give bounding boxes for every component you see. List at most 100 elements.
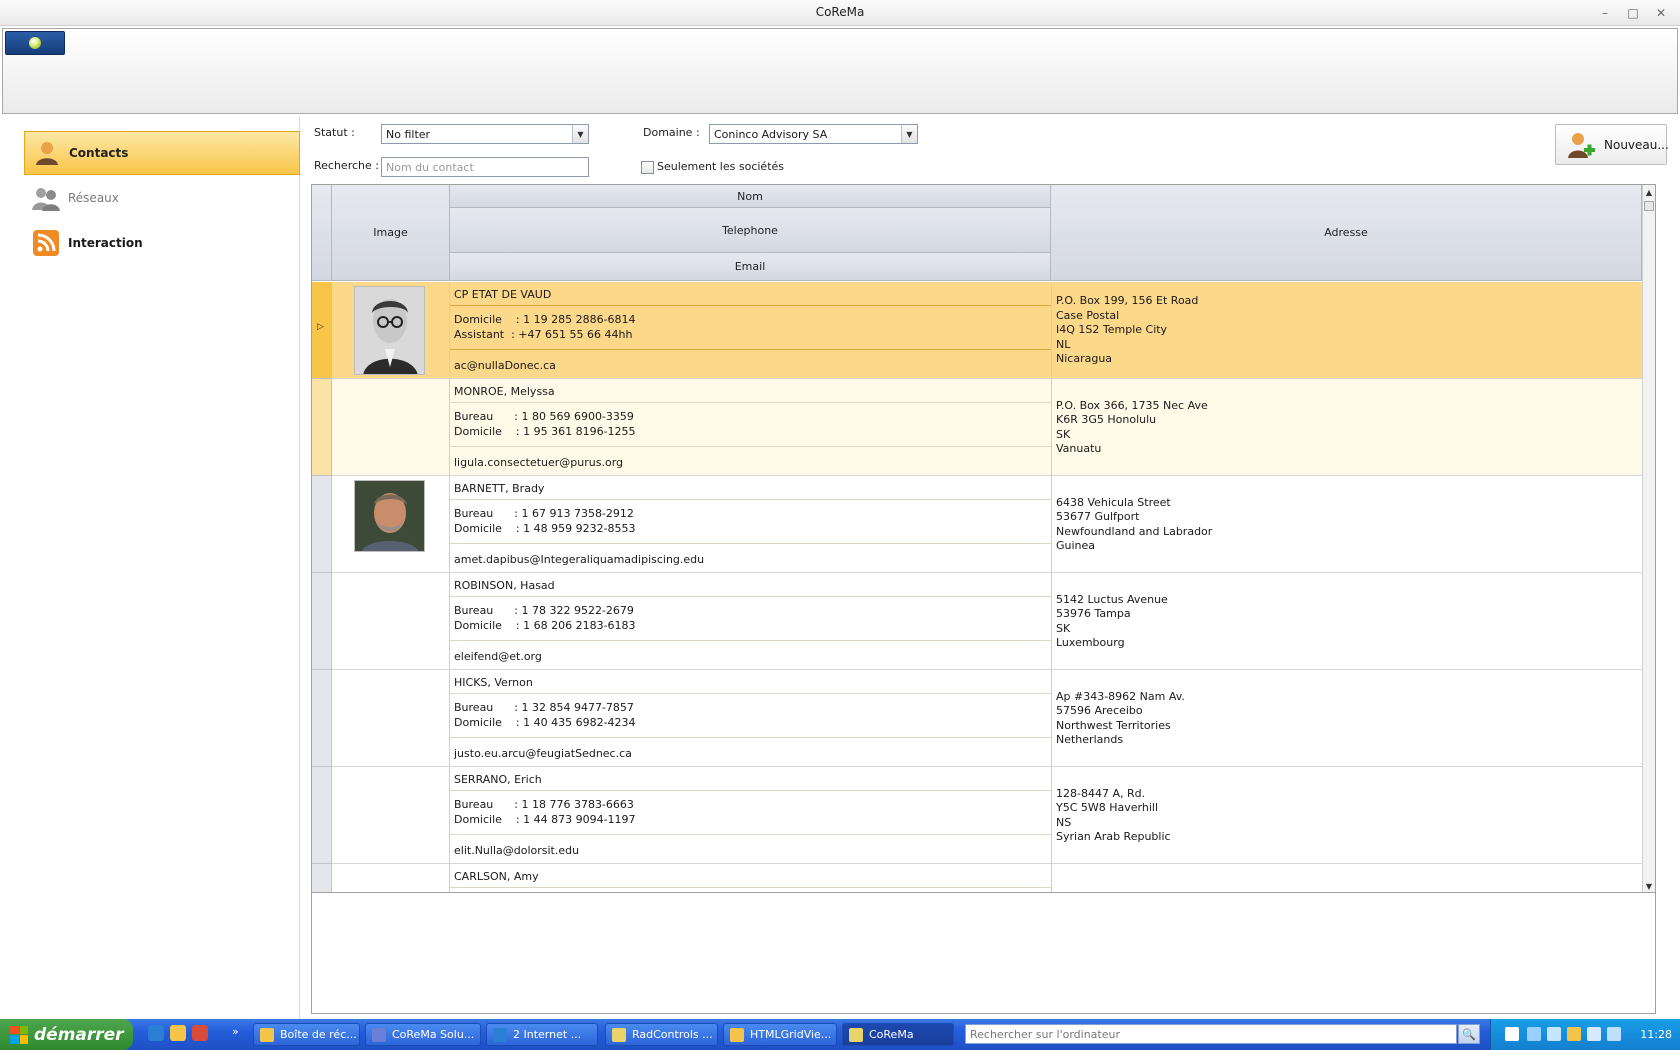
outlook-icon[interactable] [170,1025,186,1041]
tray-status-icon[interactable] [1607,1027,1621,1041]
header-image[interactable]: Image [332,185,450,281]
tray-app-icon[interactable] [1567,1027,1581,1041]
contact-name: HICKS, Vernon [450,670,1051,694]
table-row[interactable]: MONROE, Melyssa Bureau : 1 80 569 6900-33… [332,379,1642,476]
phone-line: Bureau : 1 32 854 9477-7857 [454,701,634,714]
statut-value: No filter [386,128,431,141]
taskbar-task[interactable]: HTMLGridVie... [723,1023,837,1046]
taskbar-task[interactable]: CoReMa [842,1023,954,1046]
contact-address: P.O. Box 366, 1735 Nec Ave K6R 3G5 Honolu… [1051,379,1642,476]
address-line: 6438 Vehicula Street [1056,495,1171,509]
row-header[interactable] [312,379,332,476]
vertical-scrollbar[interactable]: ▲ ▼ [1642,185,1655,892]
contacts-grid-view: Image Nom Telephone Email Adresse ▷ CP ET… [312,185,1655,893]
row-header[interactable] [312,573,332,670]
table-row[interactable]: BARNETT, Brady Bureau : 1 67 913 7358-291… [332,476,1642,573]
row-header[interactable] [312,476,332,573]
contact-name: SERRANO, Erich [450,767,1051,791]
nav-item-contacts[interactable]: Contacts [24,131,300,175]
address-line: Case Postal [1056,308,1120,322]
address-line: I4Q 1S2 Temple City [1056,323,1168,337]
phone-line: Bureau : 1 80 569 6900-3359 [454,410,634,423]
scroll-up-icon[interactable]: ▲ [1643,185,1655,199]
taskbar-task[interactable]: RadControls ... [605,1023,718,1046]
chevron-down-icon[interactable]: ▼ [572,125,588,143]
address-line: NL [1056,337,1071,351]
header-adresse[interactable]: Adresse [1051,185,1642,281]
address-line: NS [1056,815,1072,829]
table-row[interactable]: HICKS, Vernon Bureau : 1 32 854 9477-7857… [332,670,1642,767]
chevron-down-icon[interactable]: ▼ [901,125,917,143]
search-icon[interactable]: 🔍 [1458,1024,1480,1044]
taskbar-search-input[interactable]: Rechercher sur l'ordinateur [965,1024,1457,1044]
address-line: P.O. Box 199, 156 Et Road [1056,294,1199,308]
address-line: 53677 Gulfport [1056,510,1140,523]
phone-line: Domicile : 1 68 206 2183-6183 [454,619,636,632]
phone-line: Bureau : 1 78 322 9522-2679 [454,604,634,617]
contact-address: 5142 Luctus Avenue 53976 Tampa SK Luxembour… [1051,573,1642,670]
societes-label: Seulement les sociétés [657,160,785,173]
speaker-icon[interactable] [1587,1027,1601,1041]
task-label: Boîte de réc... [280,1028,357,1041]
header-telephone[interactable]: Telephone [450,208,1051,253]
application-menu-button[interactable] [5,31,65,55]
domaine-value: Coninco Advisory SA [714,128,828,141]
address-line: Northwest Territories [1056,718,1171,732]
contact-name: BARNETT, Brady [450,476,1051,500]
domaine-combo[interactable]: Coninco Advisory SA ▼ [709,124,918,144]
contact-photo [354,286,425,375]
address-line: 53976 Tampa [1056,607,1131,620]
taskbar-task[interactable]: 2 Internet ... [486,1023,598,1046]
contact-address: 6438 Vehicula Street 53677 Gulfport Newfou… [1051,476,1642,573]
help-icon[interactable] [1505,1027,1519,1041]
task-label: RadControls ... [632,1028,713,1041]
row-header[interactable]: ▷ [312,282,332,379]
network-icon[interactable] [1527,1027,1541,1041]
contact-image-cell [332,670,450,767]
close-icon[interactable]: ✕ [1650,4,1672,22]
table-row[interactable]: CP ETAT DE VAUD Domicile : 1 19 285 2886-… [332,282,1642,379]
row-header-corner [312,185,332,281]
start-button[interactable]: démarrer [0,1019,133,1050]
quicklaunch-more-icon[interactable]: » [232,1025,239,1038]
table-row[interactable]: CARLSON, AmyP.O. Box 379, 6053 Tempus, S… [332,864,1642,892]
taskbar-task[interactable]: Boîte de réc... [253,1023,360,1046]
contact-image-cell [332,573,450,670]
contact-email: ac@nullaDonec.ca [454,359,556,372]
search-input[interactable]: Nom du contact [381,157,589,177]
contact-name: MONROE, Melyssa [450,379,1051,403]
row-header[interactable] [312,767,332,864]
scroll-thumb[interactable] [1644,201,1654,211]
address-line: SK [1056,621,1071,635]
app-quicklaunch-icon[interactable] [192,1025,208,1041]
internet-explorer-icon[interactable] [148,1025,164,1041]
nav-item-reseaux[interactable]: Réseaux [24,176,300,220]
back-icon[interactable] [1547,1027,1561,1041]
address-line: P.O. Box 366, 1735 Nec Ave [1056,398,1208,412]
nav-item-label: Réseaux [68,191,119,205]
contact-icon [33,139,61,167]
address-line: Y5C 5W8 Haverhill [1056,801,1159,814]
taskbar-task[interactable]: CoReMa Solu... [365,1023,481,1046]
new-contact-button[interactable]: Nouveau... [1555,124,1669,165]
contact-phones: Bureau : 1 80 569 6900-3359 Domicile : 1 … [450,403,1051,447]
minimize-icon[interactable]: – [1594,4,1616,22]
address-line: Luxembourg [1056,636,1125,649]
phone-line: Domicile : 1 40 435 6982-4234 [454,716,636,729]
clock: 11:28 [1640,1028,1672,1041]
header-nom[interactable]: Nom [450,185,1051,208]
societes-checkbox[interactable] [641,161,654,174]
add-user-icon [1566,130,1596,160]
table-row[interactable]: SERRANO, Erich Bureau : 1 18 776 3783-666… [332,767,1642,864]
table-row[interactable]: ROBINSON, Hasad Bureau : 1 78 322 9522-26… [332,573,1642,670]
contact-name: CARLSON, Amy [450,864,1051,888]
scroll-down-icon[interactable]: ▼ [1643,879,1655,892]
maximize-icon[interactable]: □ [1622,4,1644,22]
nav-item-interaction[interactable]: Interaction [24,221,300,265]
nav-item-label: Contacts [69,146,129,160]
contact-email: ligula.consectetuer@purus.org [454,456,624,469]
header-email[interactable]: Email [450,253,1051,281]
row-header[interactable] [312,864,332,892]
statut-combo[interactable]: No filter ▼ [381,124,589,144]
row-header[interactable] [312,670,332,767]
